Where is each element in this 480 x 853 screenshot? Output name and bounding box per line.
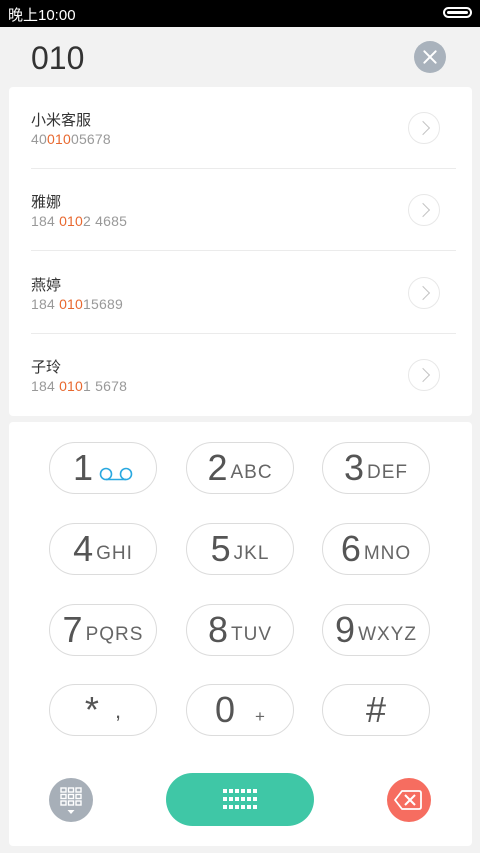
contact-detail-button[interactable] [408, 194, 440, 226]
key-4[interactable]: 4 GHI [49, 523, 157, 575]
key-6[interactable]: 6 MNO [322, 523, 430, 575]
key-letters: GHI [96, 542, 133, 564]
contact-detail-button[interactable] [408, 277, 440, 309]
key-0[interactable]: 0 + [186, 684, 294, 736]
contact-item[interactable]: 小米客服 4001005678 [9, 87, 472, 169]
keypad-toggle-button[interactable] [49, 778, 93, 822]
key-9[interactable]: 9 WXYZ [322, 604, 430, 656]
keypad-grid-icon [60, 787, 82, 814]
key-5[interactable]: 5 JKL [186, 523, 294, 575]
status-bar: 晚上10:00 [0, 0, 480, 27]
divider [31, 250, 456, 251]
key-star[interactable]: *, [49, 684, 157, 736]
call-button[interactable] [166, 773, 314, 826]
dialed-number[interactable]: 010 [31, 40, 84, 77]
key-digit: 9 [335, 609, 356, 650]
contact-name: 小米客服 [31, 112, 92, 129]
contact-number: 184 01015689 [31, 296, 123, 312]
key-1[interactable]: 1 [49, 442, 157, 494]
contact-name: 子玲 [31, 359, 62, 376]
key-digit: 7 [62, 609, 83, 650]
key-letters: , [114, 698, 122, 723]
key-digit: 5 [210, 528, 231, 569]
contact-results-list: 小米客服 4001005678 雅娜 184 0102 4685 燕婷 184 … [9, 87, 472, 416]
contact-number: 4001005678 [31, 131, 111, 147]
key-letters: DEF [367, 461, 409, 483]
battery-icon [443, 7, 472, 18]
key-letters: WXYZ [358, 623, 417, 645]
key-digit: * [84, 689, 99, 730]
key-digit: 0 [215, 689, 236, 730]
keypad-dots-icon [223, 789, 257, 809]
key-hash[interactable]: # [322, 684, 430, 736]
key-letters: PQRS [85, 623, 144, 645]
number-match-highlight: 010 [59, 296, 84, 312]
key-digit: 8 [207, 609, 229, 650]
key-2[interactable]: 2 ABC [186, 442, 294, 494]
number-match-highlight: 010 [59, 213, 84, 229]
key-letters: TUV [231, 623, 273, 645]
dial-input-bar: 010 [0, 27, 480, 89]
contact-detail-button[interactable] [408, 359, 440, 391]
key-7[interactable]: 7 PQRS [49, 604, 157, 656]
voicemail-icon [99, 467, 133, 481]
status-time: 晚上10:00 [8, 7, 76, 24]
key-digit: 6 [340, 528, 361, 569]
key-letters: + [255, 707, 265, 726]
contact-item[interactable]: 子玲 184 0101 5678 [9, 334, 472, 416]
dial-keypad: 1 2 ABC 3 DEF 4 GHI 5 JKL 6 MNO 7 PQRS 8 TUV 9W… [9, 422, 472, 846]
number-match-highlight: 010 [46, 131, 71, 147]
contact-name: 燕婷 [31, 277, 62, 294]
clear-input-button[interactable] [414, 41, 446, 73]
number-match-highlight: 010 [59, 378, 84, 394]
backspace-icon [394, 790, 422, 810]
key-digit: 3 [343, 447, 365, 488]
key-3[interactable]: 3 DEF [322, 442, 430, 494]
key-digit: 2 [207, 447, 228, 488]
key-letters: ABC [230, 461, 273, 483]
key-digit: 1 [72, 447, 94, 488]
key-letters: JKL [233, 542, 270, 564]
contact-name: 雅娜 [31, 194, 62, 211]
contact-item[interactable]: 雅娜 184 0102 4685 [9, 169, 472, 251]
delete-button[interactable] [387, 778, 431, 822]
contact-number: 184 0101 5678 [31, 378, 128, 394]
contact-detail-button[interactable] [408, 112, 440, 144]
key-digit: 4 [73, 528, 94, 569]
contact-number: 184 0102 4685 [31, 213, 128, 229]
key-digit: # [365, 689, 387, 730]
key-8[interactable]: 8 TUV [186, 604, 294, 656]
key-letters: MNO [363, 542, 412, 564]
contact-item[interactable]: 燕婷 184 01015689 [9, 252, 472, 334]
